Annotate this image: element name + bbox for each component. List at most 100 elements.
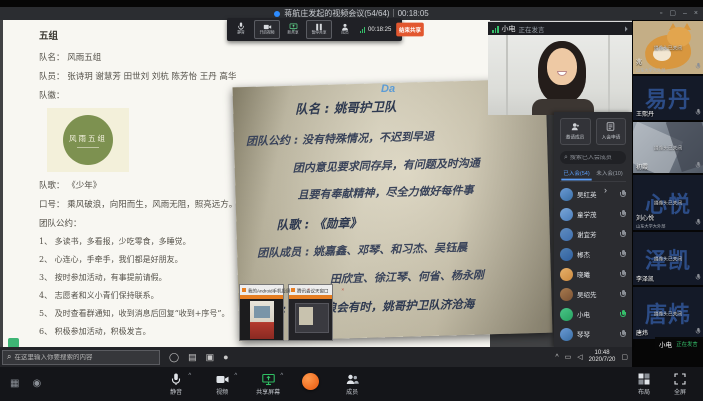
participant-row[interactable]: 童学茂 — [554, 204, 632, 224]
search-icon: ⌕ — [7, 353, 11, 361]
invite-members-button[interactable]: 邀请成员 — [560, 118, 591, 145]
video-button[interactable]: ^ 视频 — [205, 372, 239, 396]
fullscreen-button[interactable]: 全屏 — [667, 372, 693, 396]
team-logo-text: 风雨五组 — [69, 133, 107, 144]
cortana-icon[interactable]: ◯ — [169, 353, 179, 362]
tile-name: 刘心悦 — [636, 213, 654, 222]
pin-icon[interactable] — [622, 26, 628, 32]
mic-muted-icon[interactable] — [620, 230, 626, 239]
participant-row[interactable]: 晓曦 — [554, 264, 632, 284]
mic-muted-icon[interactable] — [620, 330, 626, 339]
mic-muted-icon — [696, 162, 701, 169]
tab-not-joined[interactable]: 未入会(10) — [594, 169, 624, 181]
layout-label: 布局 — [638, 387, 650, 396]
video-tile[interactable]: 唐炜 摄像头已关闭 唐炜 — [633, 287, 703, 339]
mic-options-caret[interactable]: ^ — [188, 373, 191, 379]
camera-off-text: 摄像头已关闭 — [641, 44, 696, 51]
video-tile[interactable]: 易丹 王熙丹 — [633, 76, 703, 120]
taskview-icon[interactable]: ▤ — [188, 353, 197, 362]
apps-grid-icon[interactable]: ▦ — [10, 379, 19, 389]
members-label: 成员 — [346, 387, 358, 396]
camera-off-text: 摄像头已关闭 — [641, 255, 696, 262]
share-options-caret[interactable]: ^ — [280, 373, 283, 379]
join-requests-button[interactable]: 入会申请 — [596, 118, 627, 145]
video-tile[interactable]: 摄像头已关闭 兆 山东大学大外部 — [633, 21, 703, 74]
mic-muted-icon — [696, 63, 701, 70]
share-mute-label: 静音 — [237, 31, 244, 35]
mic-muted-icon[interactable] — [620, 190, 626, 199]
video-label: 视频 — [216, 387, 228, 396]
taskbar-search-input[interactable] — [14, 354, 155, 361]
meeting-app-button[interactable] — [297, 372, 323, 390]
share-start-video-button[interactable]: 开启视频 — [254, 20, 280, 39]
audio-device-icon[interactable]: ◉ — [32, 379, 41, 389]
avatar — [560, 288, 573, 301]
preview-body[interactable] — [289, 295, 332, 340]
participant-row[interactable]: 琴琴 — [554, 324, 632, 344]
mic-muted-icon — [696, 328, 701, 335]
mic-muted-icon[interactable] — [620, 250, 626, 259]
members-button[interactable]: 成员 — [335, 372, 369, 396]
participant-row[interactable]: 小电 — [554, 304, 632, 324]
share-new-share-button[interactable]: 新共享 — [282, 22, 304, 37]
note-members-line1: 团队成员 : 姚嘉鑫、邓琴、和习杰、吴钰晨 — [257, 239, 467, 261]
tray-volume-icon[interactable]: ◁ — [577, 353, 582, 361]
close-icon[interactable]: × — [694, 7, 698, 20]
taskbar-clock[interactable]: 10:48 2020/7/20 — [589, 350, 616, 364]
layout-button[interactable]: 布局 — [631, 372, 657, 396]
background-door-line — [506, 35, 508, 115]
request-icon — [606, 122, 615, 131]
tray-chevron-icon[interactable]: ^ — [555, 354, 558, 361]
preview-meeting-window[interactable]: 腾讯会议天窗口 × — [288, 284, 333, 341]
meeting-app-dot-icon — [274, 11, 280, 17]
avatar — [560, 188, 573, 201]
explorer-icon[interactable]: ▣ — [206, 353, 215, 362]
video-options-caret[interactable]: ^ — [234, 373, 237, 379]
video-tile[interactable]: 泽凯 摄像头已关闭 李泽凯 — [633, 232, 703, 285]
close-icon[interactable]: × — [341, 288, 344, 293]
preview-phone-screen — [250, 301, 274, 339]
mic-speaking-icon[interactable] — [620, 310, 626, 319]
share-members-button[interactable]: 成员 — [334, 22, 356, 37]
preview-window-content — [295, 303, 329, 333]
participant-row[interactable]: 吴红英 — [554, 184, 632, 204]
collapse-panel-chevron[interactable]: › — [604, 185, 607, 195]
browser-icon[interactable]: ● — [223, 353, 228, 362]
active-speaker-panel[interactable]: 小电 正在发言 — [488, 21, 632, 115]
tab-joined[interactable]: 已入会(54) — [561, 169, 591, 181]
mic-muted-icon[interactable] — [620, 270, 626, 279]
minimize-icon[interactable]: – — [683, 7, 687, 20]
video-tile-column: 摄像头已关闭 兆 山东大学大外部 易丹 王熙丹 摄像头已关闭 初霞 心悦 摄像头… — [633, 21, 703, 341]
participant-name: 童学茂 — [577, 209, 616, 219]
participant-row[interactable]: 郴杰 — [554, 244, 632, 264]
tray-network-icon[interactable]: ▭ — [565, 353, 572, 361]
note-pact-line1: 团队公约 : 没有特殊情况，不迟到早退 — [246, 128, 434, 149]
share-pause-button[interactable]: 暂停共享 — [306, 20, 332, 39]
team-logo-divider — [77, 147, 99, 148]
toolbar-right: 布局 全屏 — [631, 372, 693, 396]
panel-icon[interactable]: ▫ — [660, 7, 662, 20]
mic-muted-icon[interactable] — [620, 290, 626, 299]
share-screen-button[interactable]: ^ 共享屏幕 — [251, 372, 285, 396]
avatar — [560, 268, 573, 281]
preview-header: 腾讯会议天窗口 × — [289, 285, 332, 295]
participant-name: 吴红英 — [577, 189, 616, 199]
video-tile[interactable]: 摄像头已关闭 初霞 — [633, 122, 703, 173]
preview-android-mirror[interactable]: 我的Android手机投屏 × — [239, 284, 284, 341]
video-tile[interactable]: 心悦 摄像头已关闭 刘心悦 山东大学大外部 — [633, 175, 703, 230]
participant-row[interactable]: 吴绍先 — [554, 284, 632, 304]
mute-button[interactable]: ^ 静音 — [159, 372, 193, 396]
share-mute-button[interactable]: 静音 — [230, 22, 252, 37]
fullscreen-icon[interactable]: ▢ — [669, 7, 676, 20]
participant-search-input[interactable] — [570, 155, 622, 161]
preview-body[interactable] — [240, 295, 283, 340]
avatar — [560, 228, 573, 241]
end-share-button[interactable]: 结束共享 — [397, 23, 425, 37]
notification-center-icon[interactable]: ▢ — [621, 353, 628, 361]
camera-off-text: 摄像头已关闭 — [641, 310, 696, 317]
mic-muted-icon[interactable] — [620, 210, 626, 219]
camera-icon — [216, 372, 229, 386]
share-start-video-label: 开启视频 — [260, 31, 275, 35]
participant-row[interactable]: 谢宜芳 — [554, 224, 632, 244]
clock-time: 10:48 — [589, 350, 616, 357]
